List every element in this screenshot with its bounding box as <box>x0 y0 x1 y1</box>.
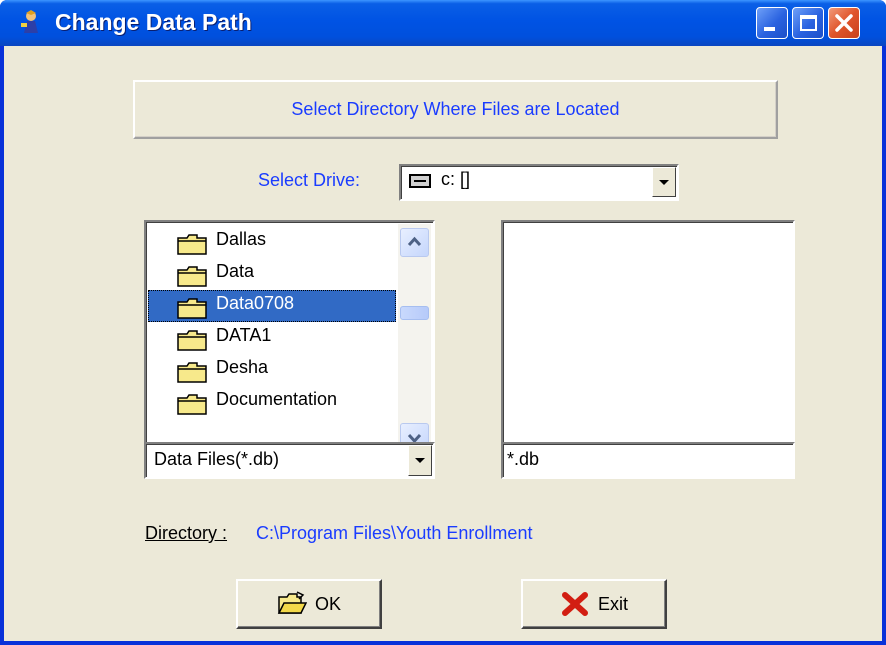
folder-item[interactable]: Data <box>148 258 396 290</box>
folder-name: Data <box>216 261 255 281</box>
folder-list[interactable]: Dallas Data Data0708 DATA1 Desha Documen… <box>144 220 435 460</box>
folder-icon <box>177 362 207 383</box>
close-icon <box>835 14 853 32</box>
folder-list-scrollbar[interactable] <box>398 224 431 456</box>
instruction-panel: Select Directory Where Files are Located <box>133 80 778 139</box>
minimize-icon <box>764 27 775 31</box>
directory-path: C:\Program Files\Youth Enrollment <box>256 523 533 543</box>
folder-icon <box>177 234 207 255</box>
file-type-value: Data Files(*.db) <box>154 449 280 469</box>
title-bar[interactable]: Change Data Path <box>0 0 886 46</box>
drive-label: Select Drive: <box>258 170 361 190</box>
folder-icon <box>177 330 207 351</box>
chevron-up-icon <box>407 236 422 247</box>
folder-item[interactable]: Documentation <box>148 386 396 418</box>
minimize-button[interactable] <box>756 7 788 39</box>
chevron-down-icon <box>659 180 669 185</box>
app-icon <box>21 10 38 33</box>
hard-drive-icon <box>409 174 431 188</box>
exit-label: Exit <box>597 593 628 614</box>
scroll-thumb[interactable] <box>400 306 429 320</box>
open-folder-icon <box>277 591 307 614</box>
folder-item-selected[interactable]: Data0708 <box>148 290 396 322</box>
dialog-body: Select Directory Where Files are Located… <box>4 46 882 641</box>
chevron-down-icon <box>415 458 425 463</box>
folder-item[interactable]: Desha <box>148 354 396 386</box>
drive-value: c: [] <box>441 169 471 189</box>
ok-button[interactable]: OK <box>236 579 382 629</box>
folder-item[interactable]: DATA1 <box>148 322 396 354</box>
red-x-icon <box>561 592 588 616</box>
window-title: Change Data Path <box>55 9 252 35</box>
ok-label: OK <box>314 593 341 614</box>
folder-open-icon <box>177 298 207 319</box>
folder-icon <box>177 266 207 287</box>
directory-label: Directory : <box>145 523 228 543</box>
file-pattern-input[interactable]: *.db <box>501 442 795 479</box>
folder-item[interactable]: Dallas <box>148 226 396 258</box>
folder-name: Documentation <box>216 389 338 409</box>
folder-icon <box>177 394 207 415</box>
maximize-button[interactable] <box>792 7 824 39</box>
maximize-icon <box>800 15 817 31</box>
file-type-select[interactable]: Data Files(*.db) <box>144 442 435 479</box>
folder-name: DATA1 <box>216 325 272 345</box>
drive-select[interactable]: c: [] <box>399 164 679 201</box>
folder-name: Data0708 <box>216 293 295 313</box>
file-list[interactable] <box>501 220 795 460</box>
exit-button[interactable]: Exit <box>521 579 667 629</box>
dialog-window: Change Data Path Select Directory Where … <box>0 0 886 645</box>
folder-name: Dallas <box>216 229 267 249</box>
close-button[interactable] <box>828 7 860 39</box>
scroll-up-button[interactable] <box>400 228 429 257</box>
drive-dropdown-button[interactable] <box>652 167 676 197</box>
file-type-dropdown-button[interactable] <box>408 445 432 476</box>
instruction-text: Select Directory Where Files are Located <box>291 99 620 119</box>
folder-name: Desha <box>216 357 269 377</box>
